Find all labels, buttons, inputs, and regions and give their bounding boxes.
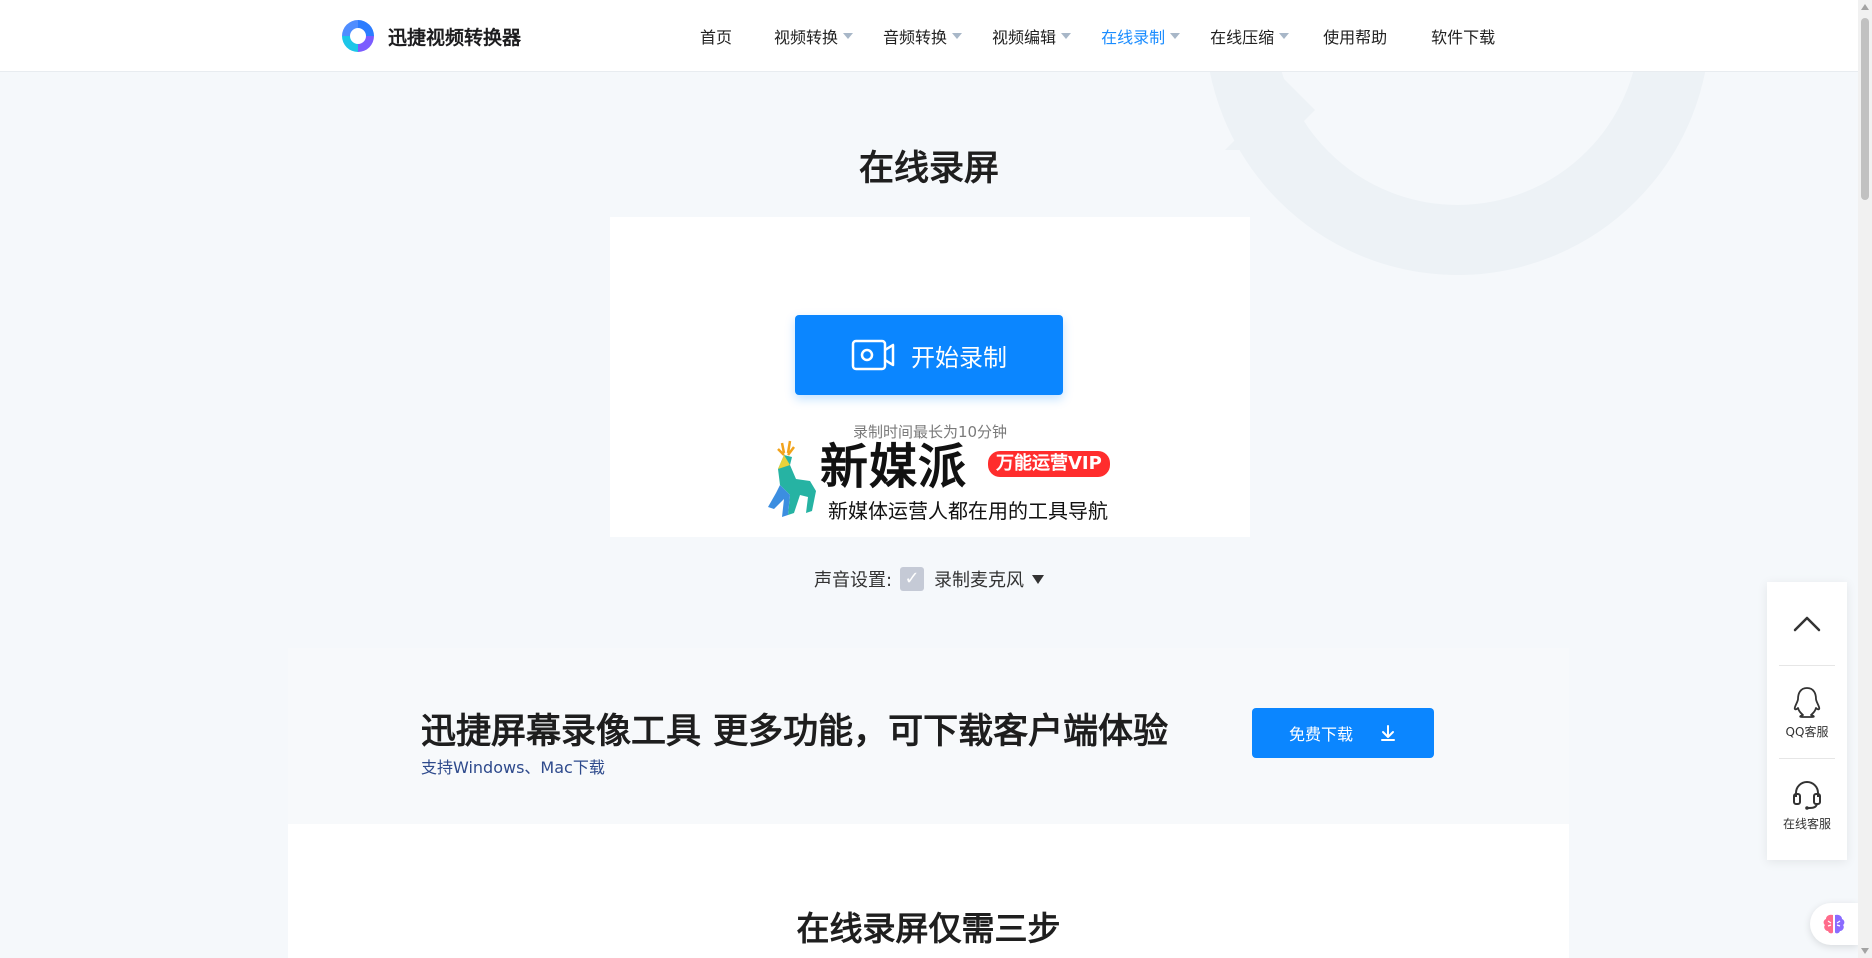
record-panel: 开始录制 录制时间最长为10分钟 新媒派 万能运营VIP 新媒体运营人都在用的工… bbox=[610, 217, 1250, 537]
caret-down-icon bbox=[952, 33, 963, 39]
caret-down-icon bbox=[1170, 33, 1181, 39]
chevron-up-icon bbox=[1793, 616, 1821, 631]
nav-item-online-compress[interactable]: 在线压缩 bbox=[1210, 24, 1290, 48]
scroll-up-icon[interactable] bbox=[1861, 4, 1869, 10]
nav-item-online-record[interactable]: 在线录制 bbox=[1101, 24, 1181, 48]
brain-icon bbox=[1823, 914, 1845, 934]
ad-title: 新媒派 bbox=[820, 439, 968, 495]
free-download-button[interactable]: 免费下载 bbox=[1252, 708, 1434, 758]
sound-settings: 声音设置: ✓ 录制麦克风 bbox=[0, 566, 1858, 592]
nav-item-label: 在线压缩 bbox=[1210, 28, 1275, 47]
nav-item-home[interactable]: 首页 bbox=[700, 24, 732, 48]
nav-item-label: 视频转换 bbox=[774, 28, 839, 47]
microphone-checkbox[interactable]: ✓ bbox=[900, 567, 925, 591]
qq-support-button[interactable]: QQ客服 bbox=[1779, 666, 1835, 758]
caret-down-icon bbox=[843, 33, 854, 39]
nav-item-label: 视频编辑 bbox=[992, 28, 1057, 47]
promo-subtitle: 支持Windows、Mac下载 bbox=[421, 758, 605, 777]
nav-item-help[interactable]: 使用帮助 bbox=[1323, 24, 1387, 48]
side-toolbar: QQ客服 在线客服 bbox=[1767, 582, 1847, 860]
qq-support-label: QQ客服 bbox=[1785, 724, 1829, 739]
nav-item-software-download[interactable]: 软件下载 bbox=[1431, 24, 1495, 48]
online-support-label: 在线客服 bbox=[1782, 817, 1831, 831]
qq-penguin-icon bbox=[1793, 686, 1821, 718]
scroll-down-icon[interactable] bbox=[1861, 948, 1869, 954]
logo-text: 迅捷视频转换器 bbox=[388, 26, 522, 49]
logo-icon bbox=[342, 20, 374, 52]
page-scrollbar[interactable] bbox=[1858, 0, 1872, 958]
site-logo[interactable]: 迅捷视频转换器 bbox=[338, 16, 521, 56]
start-record-button[interactable]: 开始录制 bbox=[795, 315, 1063, 395]
sound-settings-label: 声音设置: bbox=[813, 570, 893, 591]
free-download-label: 免费下载 bbox=[1288, 725, 1353, 744]
download-promo: 迅捷屏幕录像工具 更多功能，可下载客户端体验 支持Windows、Mac下载 免… bbox=[288, 648, 1569, 824]
sound-option-select[interactable]: 录制麦克风 bbox=[934, 566, 1024, 592]
ad-subtitle: 新媒体运营人都在用的工具导航 bbox=[828, 499, 1108, 523]
ad-badge: 万能运营VIP bbox=[988, 451, 1110, 477]
caret-down-icon bbox=[1061, 33, 1072, 39]
video-camera-icon bbox=[851, 339, 895, 371]
nav-item-label: 软件下载 bbox=[1431, 28, 1496, 47]
nav-item-video-convert[interactable]: 视频转换 bbox=[774, 24, 854, 48]
download-icon bbox=[1381, 725, 1395, 741]
promo-title: 迅捷屏幕录像工具 更多功能，可下载客户端体验 bbox=[421, 712, 1169, 752]
page-title: 在线录屏 bbox=[858, 149, 999, 189]
start-record-label: 开始录制 bbox=[911, 343, 1007, 372]
online-support-button[interactable]: 在线客服 bbox=[1779, 758, 1835, 850]
scroll-thumb[interactable] bbox=[1861, 18, 1869, 200]
headset-icon bbox=[1793, 781, 1821, 810]
nav-item-label: 使用帮助 bbox=[1323, 28, 1388, 47]
ai-assistant-button[interactable] bbox=[1810, 903, 1858, 945]
caret-down-icon[interactable] bbox=[1032, 574, 1045, 584]
nav-item-label: 在线录制 bbox=[1101, 28, 1166, 47]
steps-title: 在线录屏仅需三步 bbox=[796, 909, 1061, 948]
ad-banner[interactable]: 新媒派 万能运营VIP 新媒体运营人都在用的工具导航 bbox=[760, 439, 1130, 523]
deer-logo-icon bbox=[768, 440, 816, 517]
steps-section: 在线录屏仅需三步 bbox=[288, 824, 1569, 958]
nav-item-label: 音频转换 bbox=[883, 28, 948, 47]
nav-item-label: 首页 bbox=[700, 28, 733, 47]
back-to-top-button[interactable] bbox=[1779, 582, 1835, 666]
main-nav: 首页 视频转换 音频转换 视频编辑 在线录制 在线压缩 使用帮助 软件下载 bbox=[700, 0, 1515, 72]
caret-down-icon bbox=[1279, 33, 1290, 39]
nav-item-audio-convert[interactable]: 音频转换 bbox=[883, 24, 963, 48]
site-header: 迅捷视频转换器 首页 视频转换 音频转换 视频编辑 在线录制 在线压缩 使用帮助 bbox=[0, 0, 1858, 72]
nav-item-video-edit[interactable]: 视频编辑 bbox=[992, 24, 1072, 48]
